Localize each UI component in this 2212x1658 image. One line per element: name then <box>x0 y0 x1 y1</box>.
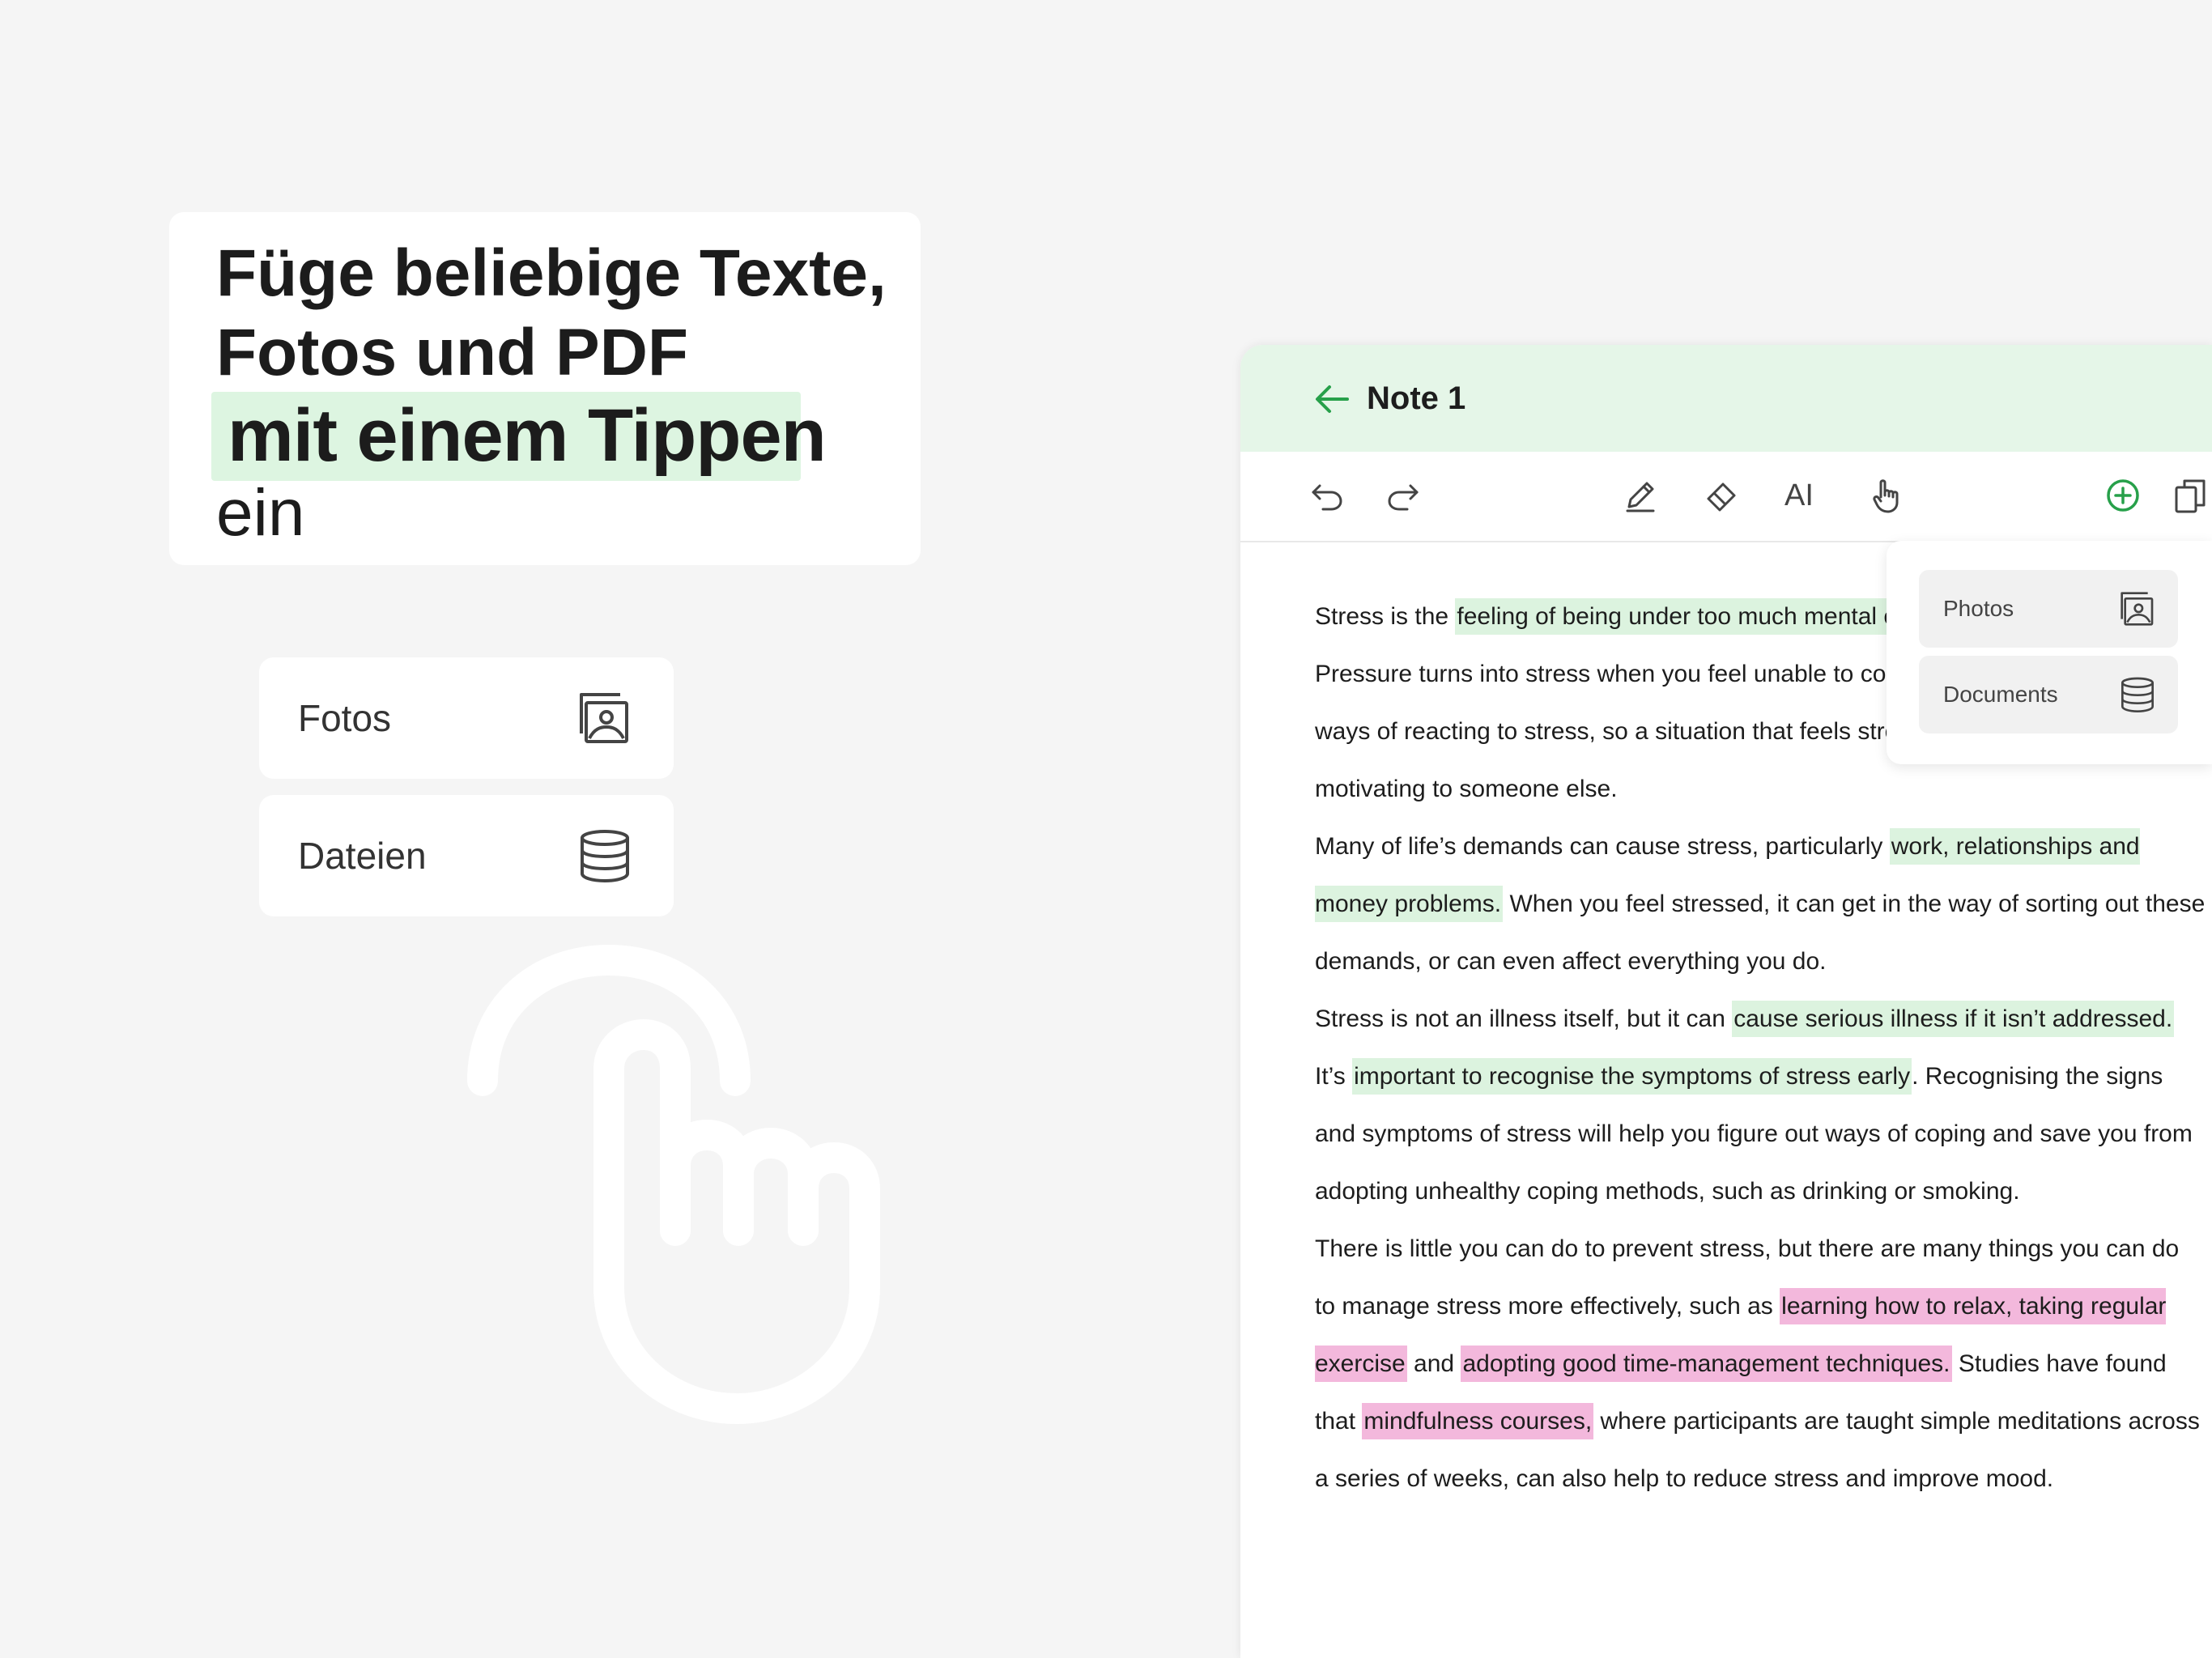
headline-line-4: ein <box>216 476 305 550</box>
p4-text-c: and <box>1406 1350 1461 1377</box>
toolbar: AI <box>1240 452 2212 542</box>
database-icon <box>581 830 629 882</box>
p3-text-c: It’s <box>1315 1063 1353 1090</box>
note-header: Note 1 <box>1240 345 2212 452</box>
paragraph-3: Stress is not an illness itself, but it … <box>1315 990 2206 1220</box>
fotos-label: Fotos <box>298 697 392 739</box>
photos-label: Photos <box>1943 596 2014 621</box>
paragraph-2: Many of life’s demands can cause stress,… <box>1315 818 2206 990</box>
redo-icon[interactable] <box>1385 476 1423 515</box>
fotos-option[interactable]: Fotos <box>259 657 674 779</box>
database-icon <box>2121 677 2154 712</box>
p1-text-a: Stress is the <box>1315 603 1456 630</box>
dateien-label: Dateien <box>298 835 427 877</box>
tap-hand-icon <box>467 945 880 1424</box>
dropdown-item-documents[interactable]: Documents <box>1919 656 2178 733</box>
pen-icon[interactable] <box>1621 476 1660 515</box>
p3-highlight-green-1: cause serious illness if it isn’t addres… <box>1732 1001 2175 1037</box>
p3-text-a: Stress is not an illness itself, but it … <box>1315 1005 1733 1032</box>
p4-highlight-pink-3: mindfulness courses, <box>1362 1403 1594 1439</box>
hand-icon[interactable] <box>1867 476 1906 515</box>
photo-icon <box>580 693 628 743</box>
dropdown-item-photos[interactable]: Photos <box>1919 570 2178 648</box>
pages-icon[interactable] <box>2172 476 2210 515</box>
p4-highlight-pink-2: adopting good time-management techniques… <box>1461 1346 1952 1382</box>
back-arrow-icon[interactable] <box>1312 379 1352 419</box>
undo-icon[interactable] <box>1307 476 1346 515</box>
documents-label: Documents <box>1943 682 2058 707</box>
headline-line-3: mit einem Tippen <box>228 394 827 477</box>
p3-highlight-green-2: important to recognise the symptoms of s… <box>1352 1058 1912 1095</box>
p2-text-a: Many of life’s demands can cause stress,… <box>1315 833 1890 860</box>
headline-line-1: Füge beliebige Texte, <box>216 236 887 310</box>
eraser-icon[interactable] <box>1702 476 1741 515</box>
photo-icon <box>2121 592 2154 626</box>
paragraph-4: There is little you can do to prevent st… <box>1315 1220 2206 1507</box>
add-circle-icon[interactable] <box>2104 476 2142 515</box>
headline-card: Füge beliebige Texte, Fotos und PDF mit … <box>169 212 921 565</box>
add-content-dropdown: Photos Documents <box>1887 541 2212 764</box>
note-title: Note 1 <box>1367 380 1466 416</box>
dateien-option[interactable]: Dateien <box>259 795 674 916</box>
text-tool-icon[interactable]: AI <box>1784 476 1833 515</box>
headline-line-2: Fotos und PDF <box>216 316 689 389</box>
